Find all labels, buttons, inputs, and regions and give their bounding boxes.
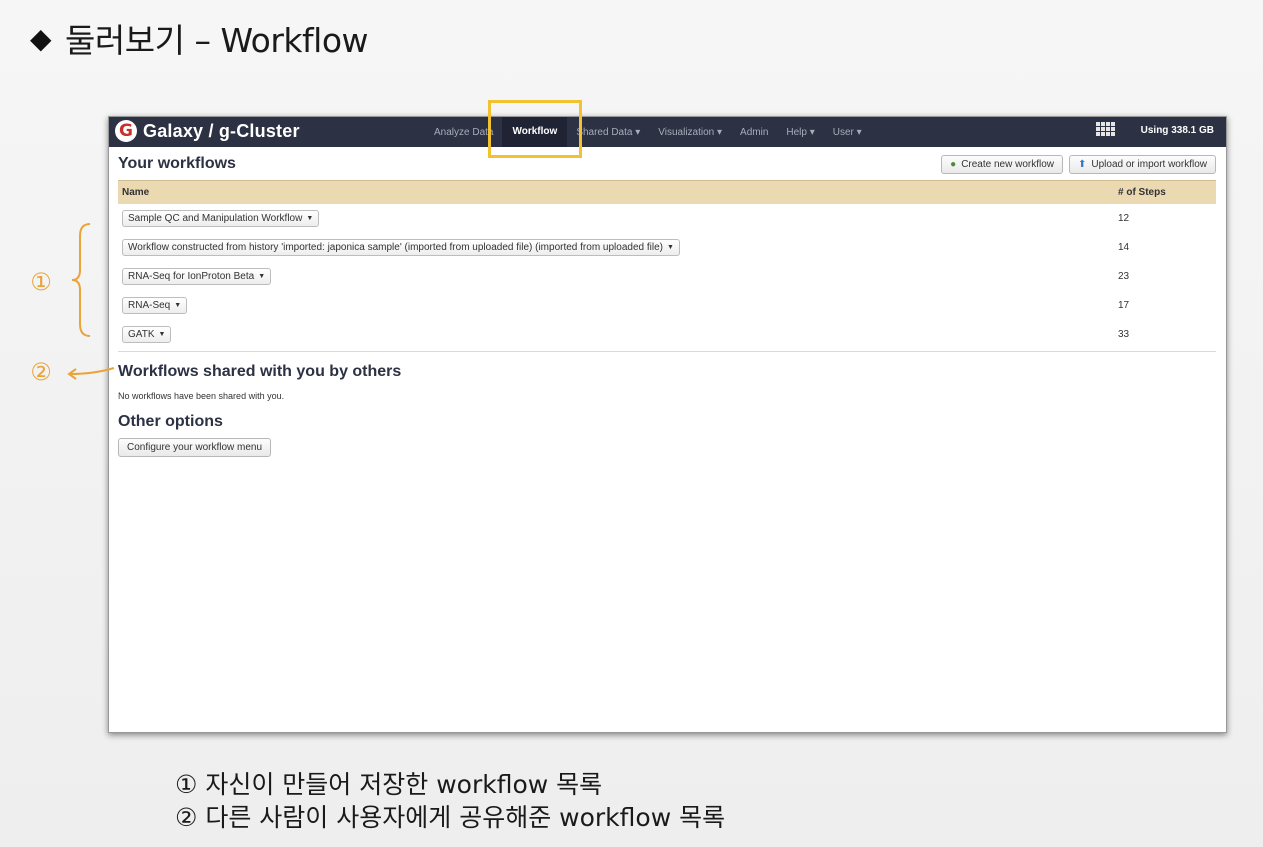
workflow-menu-button[interactable]: Workflow constructed from history 'impor… [122, 238, 680, 256]
annotation-1: ① [30, 268, 52, 296]
workflow-tab-highlight [488, 100, 582, 158]
table-header-row: Name # of Steps [118, 180, 1216, 204]
annotation-2: ② [30, 358, 52, 386]
workflow-steps: 14 [1118, 241, 1130, 253]
section-divider [118, 350, 1216, 352]
slide-title: ◆ 둘러보기 – Workflow [30, 14, 368, 62]
workflow-steps: 23 [1118, 270, 1130, 282]
configure-workflow-menu-button[interactable]: Configure your workflow menu [118, 437, 272, 457]
workflow-menu-button[interactable]: Sample QC and Manipulation Workflow ▼ [122, 209, 320, 227]
table-row: Workflow constructed from history 'impor… [118, 233, 1216, 262]
apps-grid-icon[interactable] [1096, 122, 1116, 140]
workflow-name: GATK [128, 328, 155, 340]
table-row: GATK ▼ 33 [118, 320, 1216, 349]
workflow-steps: 17 [1118, 299, 1130, 311]
arrow-left-icon [67, 367, 115, 380]
table-row: RNA-Seq ▼ 17 [118, 291, 1216, 320]
other-options-title: Other options [118, 412, 223, 430]
caret-down-icon: ▼ [174, 301, 182, 309]
nav-admin[interactable]: Admin [731, 127, 777, 138]
center-panel: Your workflows ● Create new workflow ⬆ U… [109, 147, 1226, 457]
caret-down-icon: ▼ [306, 214, 314, 222]
workflow-name: Sample QC and Manipulation Workflow [128, 212, 303, 224]
brand-name: Galaxy / g-Cluster [143, 120, 300, 141]
brand[interactable]: G Galaxy / g-Cluster [115, 120, 300, 142]
caption-2: ② 다른 사람이 사용자에게 공유해준 workflow 목록 [175, 803, 726, 832]
create-workflow-button[interactable]: ● Create new workflow [941, 155, 1063, 174]
workflow-steps: 12 [1118, 212, 1130, 224]
brace-icon [71, 223, 91, 337]
nav-user[interactable]: User ▾ [824, 127, 871, 138]
quota-meter: Using 338.1 GB [1140, 125, 1214, 136]
table-row: RNA-Seq for IonProton Beta ▼ 23 [118, 262, 1216, 291]
caption-1: ① 자신이 만들어 저장한 workflow 목록 [175, 770, 603, 799]
shared-empty-note: No workflows have been shared with you. [118, 390, 285, 401]
caret-down-icon: ▼ [258, 272, 266, 280]
workflow-table: Name # of Steps Sample QC and Manipulati… [118, 180, 1216, 349]
slide: ◆ 둘러보기 – Workflow G Galaxy / g-Cluster A… [0, 0, 1263, 847]
caret-down-icon: ▼ [666, 243, 674, 251]
shared-workflows-title: Workflows shared with you by others [118, 362, 402, 380]
galaxy-window: G Galaxy / g-Cluster Analyze Data Workfl… [108, 116, 1227, 733]
nav-help[interactable]: Help ▾ [777, 127, 823, 138]
workflow-name: RNA-Seq [128, 299, 171, 311]
your-workflows-header: Your workflows ● Create new workflow ⬆ U… [118, 153, 1216, 174]
workflow-menu-button[interactable]: RNA-Seq for IonProton Beta ▼ [122, 267, 272, 285]
column-steps-header[interactable]: # of Steps [1114, 180, 1216, 204]
workflow-menu-button[interactable]: GATK ▼ [122, 325, 172, 343]
workflow-name: RNA-Seq for IonProton Beta [128, 270, 255, 282]
galaxy-logo-icon: G [115, 120, 137, 142]
upload-arrow-icon: ⬆ [1078, 159, 1087, 170]
workflow-name: Workflow constructed from history 'impor… [128, 241, 663, 253]
your-workflows-title: Your workflows [118, 154, 236, 172]
slide-captions: ① 자신이 만들어 저장한 workflow 목록 ② 다른 사람이 사용자에게… [175, 768, 725, 834]
workflow-steps: 33 [1118, 328, 1130, 340]
slide-title-text: 둘러보기 – Workflow [65, 21, 368, 60]
workflow-menu-button[interactable]: RNA-Seq ▼ [122, 296, 188, 314]
upload-workflow-button[interactable]: ⬆ Upload or import workflow [1069, 155, 1216, 174]
upload-workflow-label: Upload or import workflow [1091, 159, 1207, 170]
table-row: Sample QC and Manipulation Workflow ▼ 12 [118, 204, 1216, 233]
caret-down-icon: ▼ [158, 330, 166, 338]
plus-circle-icon: ● [950, 159, 957, 170]
column-name-header[interactable]: Name [118, 180, 1114, 204]
nav-visualization[interactable]: Visualization ▾ [649, 127, 731, 138]
masthead: G Galaxy / g-Cluster Analyze Data Workfl… [109, 117, 1226, 147]
diamond-bullet-icon: ◆ [30, 21, 52, 55]
create-workflow-label: Create new workflow [961, 159, 1054, 170]
